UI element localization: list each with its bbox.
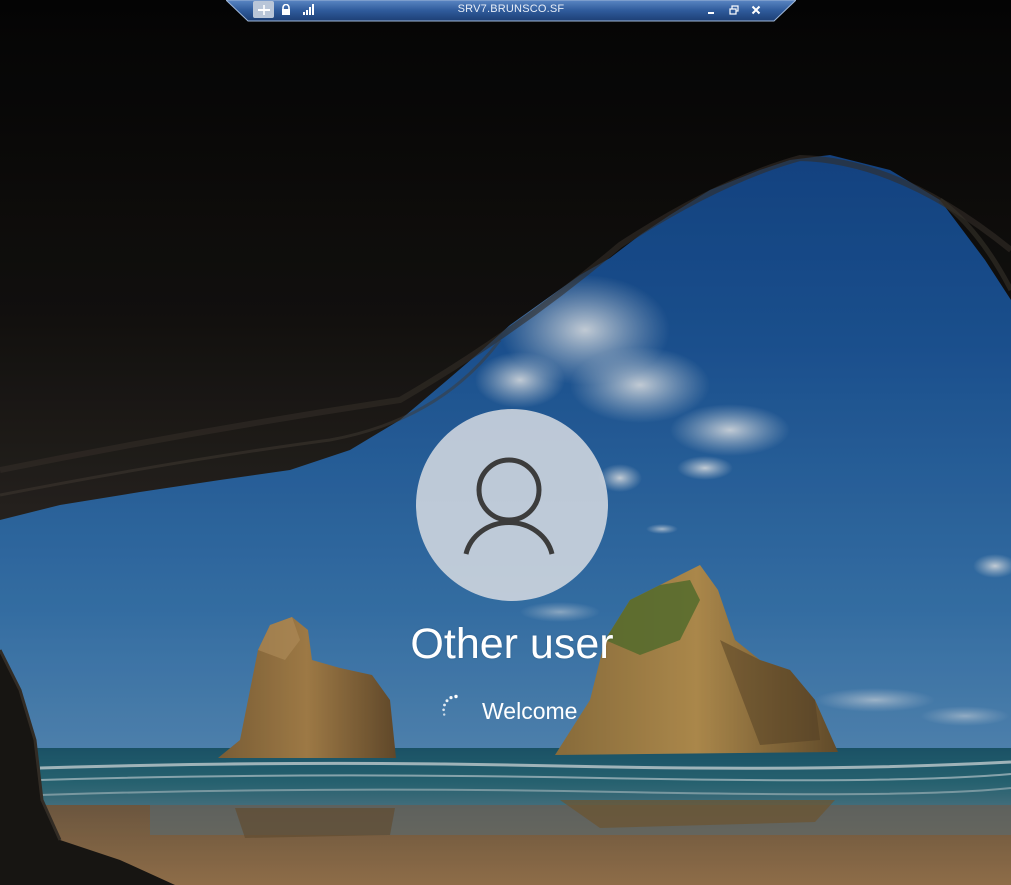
connection-quality-button[interactable] (301, 1, 317, 18)
minimize-icon (708, 11, 714, 14)
login-screen: SRV7.BRUNSCO.SF Other user Welcome (0, 0, 1011, 885)
lock-button[interactable] (278, 1, 294, 18)
pin-button[interactable] (253, 1, 274, 18)
restore-icon (729, 4, 739, 15)
user-name: Other user (410, 620, 614, 668)
pin-icon (257, 4, 270, 15)
status-message: Welcome (482, 698, 578, 724)
remote-connection-bar: SRV7.BRUNSCO.SF (226, 0, 796, 23)
lock-icon (282, 3, 290, 15)
signal-icon (303, 4, 314, 15)
close-button[interactable] (747, 1, 765, 18)
connection-title: SRV7.BRUNSCO.SF (457, 3, 565, 15)
minimize-button[interactable] (702, 1, 720, 18)
loading-spinner-icon (442, 694, 458, 716)
restore-button[interactable] (725, 1, 743, 18)
close-icon (751, 5, 761, 14)
user-silhouette-icon (463, 457, 555, 555)
user-avatar (416, 409, 608, 601)
